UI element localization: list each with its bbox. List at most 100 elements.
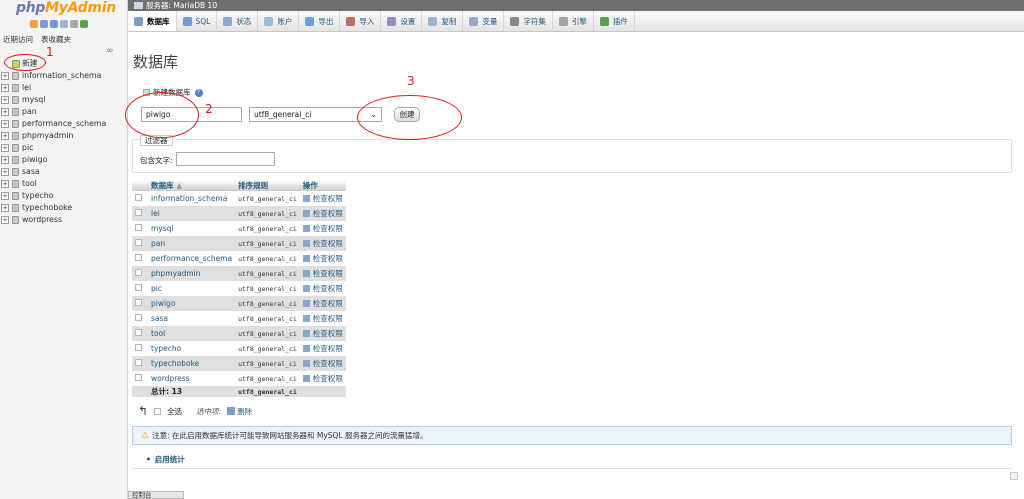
db-name-link[interactable]: typechoboke [151,359,199,368]
check-privileges-link[interactable]: 检查权限 [302,194,343,203]
expand-icon[interactable]: + [1,156,9,164]
check-privileges-link[interactable]: 检查权限 [302,269,343,278]
header-collation[interactable]: 排序规则 [235,180,300,191]
check-privileges-link[interactable]: 检查权限 [302,374,343,383]
tab-sql[interactable]: SQL [177,11,218,31]
check-privileges-link[interactable]: 检查权限 [302,359,343,368]
tab-engines[interactable]: 引擎 [553,11,594,31]
tree-item-wordpress[interactable]: + wordpress [0,214,128,226]
expand-icon[interactable]: + [1,84,9,92]
db-name-link[interactable]: mysql [151,224,174,233]
tree-item-phpmyadmin[interactable]: + phpmyadmin [0,130,128,142]
tree-item-piwigo[interactable]: + piwigo [0,154,128,166]
home-icon[interactable] [30,20,38,28]
row-checkbox[interactable] [135,239,142,246]
tab-export[interactable]: 导出 [299,11,341,31]
tree-item-performance_schema[interactable]: + performance_schema [0,118,128,130]
row-checkbox[interactable] [135,284,142,291]
expand-icon[interactable]: + [1,108,9,116]
scroll-top-icon[interactable] [1010,472,1018,480]
expand-icon[interactable]: + [1,204,9,212]
row-checkbox[interactable] [135,194,142,201]
check-privileges-link[interactable]: 检查权限 [302,299,343,308]
db-name-link[interactable]: phpmyadmin [151,269,201,278]
expand-icon[interactable]: + [1,72,9,80]
tab-import[interactable]: 导入 [340,11,382,31]
check-privileges-link[interactable]: 检查权限 [302,209,343,218]
check-privileges-link[interactable]: 检查权限 [302,314,343,323]
help-icon[interactable] [50,20,58,28]
tree-item-typecho[interactable]: + typecho [0,190,128,202]
expand-icon[interactable]: + [1,180,9,188]
tab-accounts[interactable]: 账户 [258,11,300,31]
expand-icon[interactable]: + [1,216,9,224]
tree-item-information_schema[interactable]: + information_schema [0,70,128,82]
tab-status[interactable]: 状态 [217,11,259,31]
row-checkbox[interactable] [135,299,142,306]
tab-replication[interactable]: 复制 [422,11,464,31]
delete-button[interactable]: 删除 [227,406,252,417]
db-name-link[interactable]: pan [151,239,165,248]
phpmyadmin-logo[interactable]: phpMyAdmin [16,0,116,16]
recent-tab[interactable]: 近期访问 [3,34,33,45]
tab-settings[interactable]: 设置 [381,11,423,31]
help-icon[interactable]: ? [194,88,203,97]
row-checkbox[interactable] [135,269,142,276]
link-icon[interactable]: ∞ [106,46,114,56]
check-privileges-link[interactable]: 检查权限 [302,329,343,338]
server-label[interactable]: 服务器: MariaDB 10 [146,1,217,10]
db-name-link[interactable]: pic [151,284,162,293]
expand-icon[interactable]: + [1,96,9,104]
tree-item-pan[interactable]: + pan [0,106,128,118]
check-privileges-link[interactable]: 检查权限 [302,284,343,293]
db-name-link[interactable]: typecho [151,344,181,353]
check-privileges-label: 检查权限 [312,344,343,353]
row-checkbox[interactable] [135,374,142,381]
tab-plugins[interactable]: 插件 [594,11,635,31]
tree-item-tool[interactable]: + tool [0,178,128,190]
header-database[interactable]: 数据库 ▲ [148,180,236,191]
row-checkbox[interactable] [135,224,142,231]
expand-icon[interactable]: + [1,120,9,128]
check-privileges-link[interactable]: 检查权限 [302,344,343,353]
settings-gear-icon[interactable] [70,20,78,28]
enable-stats-link[interactable]: • 启用统计 [146,454,185,465]
tab-charsets[interactable]: 字符集 [504,11,553,31]
favorites-tab[interactable]: 表收藏夹 [41,34,71,45]
filter-input[interactable] [176,152,275,166]
row-checkbox[interactable] [135,254,142,261]
tree-item-typechoboke[interactable]: + typechoboke [0,202,128,214]
expand-icon[interactable]: + [1,168,9,176]
select-all-label[interactable]: 全选 [167,406,182,417]
db-name-link[interactable]: lei [151,209,160,218]
row-checkbox[interactable] [135,329,142,336]
check-privileges-link[interactable]: 检查权限 [302,239,343,248]
check-privileges-link[interactable]: 检查权限 [302,224,343,233]
tab-databases[interactable]: 数据库 [128,11,177,31]
tree-item-lei[interactable]: + lei [0,82,128,94]
expand-icon[interactable]: + [1,192,9,200]
db-name-link[interactable]: tool [151,329,165,338]
console-bar[interactable]: 控制台 [128,491,184,499]
tree-item-mysql[interactable]: + mysql [0,94,128,106]
db-name-link[interactable]: information_schema [151,194,227,203]
db-name-link[interactable]: piwigo [151,299,175,308]
row-checkbox[interactable] [135,314,142,321]
row-checkbox[interactable] [135,359,142,366]
expand-icon[interactable]: + [1,132,9,140]
collation-text: utf8_general_ci [238,285,297,293]
select-all-checkbox[interactable] [154,407,162,415]
db-name-link[interactable]: sasa [151,314,168,323]
check-privileges-link[interactable]: 检查权限 [302,254,343,263]
db-name-link[interactable]: performance_schema [151,254,232,263]
db-name-link[interactable]: wordpress [151,374,190,383]
docs-icon[interactable] [60,20,68,28]
reload-icon[interactable] [80,20,88,28]
exit-icon[interactable] [40,20,48,28]
row-checkbox[interactable] [135,344,142,351]
tree-item-sasa[interactable]: + sasa [0,166,128,178]
row-checkbox[interactable] [135,209,142,216]
tab-variables[interactable]: 变量 [463,11,505,31]
tree-item-pic[interactable]: + pic [0,142,128,154]
expand-icon[interactable]: + [1,144,9,152]
